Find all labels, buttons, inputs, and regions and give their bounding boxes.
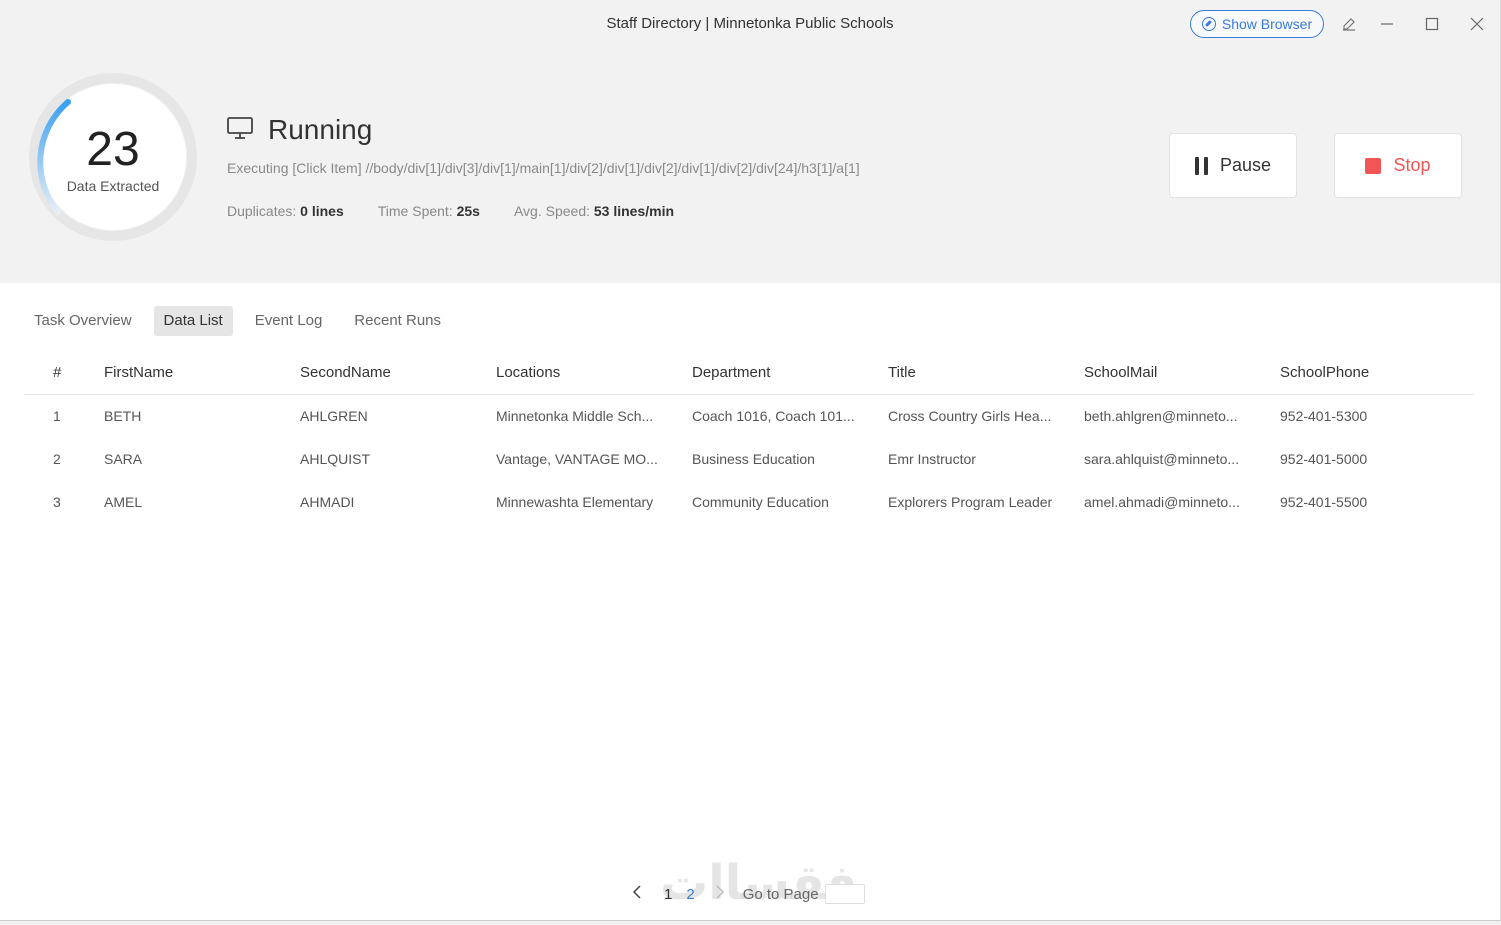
pause-icon bbox=[1194, 156, 1208, 175]
speed-value: 53 lines/min bbox=[593, 203, 675, 219]
duplicates-stat: Duplicates: 0 lines bbox=[227, 203, 344, 219]
maximize-icon[interactable] bbox=[1422, 14, 1442, 34]
time-label: Time Spent: bbox=[377, 203, 453, 219]
table-cell: AHMADI bbox=[300, 493, 355, 510]
table-row[interactable]: 3 AMEL AHMADI Minnewashta Elementary Com… bbox=[24, 480, 1474, 523]
table-cell: Explorers Program Leader bbox=[888, 493, 1053, 510]
table-cell: beth.ahlgren@minneto... bbox=[1084, 407, 1238, 424]
tab-event-log[interactable]: Event Log bbox=[245, 306, 333, 336]
goto-page-label: Go to Page bbox=[742, 885, 819, 903]
table-row[interactable]: 1 BETH AHLGREN Minnetonka Middle Sch... … bbox=[24, 394, 1474, 437]
page-2[interactable]: 2 bbox=[686, 886, 694, 903]
table-cell: AHLGREN bbox=[300, 407, 368, 424]
table-cell: 952-401-5500 bbox=[1280, 493, 1368, 510]
table-cell: SARA bbox=[104, 450, 143, 467]
stop-label: Stop bbox=[1393, 155, 1431, 175]
tab-data-list[interactable]: Data List bbox=[153, 306, 233, 336]
table-cell: sara.ahlquist@minneto... bbox=[1084, 450, 1240, 467]
tab-task-overview[interactable]: Task Overview bbox=[24, 306, 142, 336]
table-cell: BETH bbox=[104, 407, 142, 424]
data-table: # FirstName SecondName Locations Departm… bbox=[24, 351, 1474, 523]
table-cell: 952-401-5000 bbox=[1280, 450, 1368, 467]
table-cell: Emr Instructor bbox=[888, 450, 976, 467]
column-header[interactable]: FirstName bbox=[104, 351, 300, 395]
minimize-icon[interactable] bbox=[1377, 14, 1397, 34]
table-cell: Minnewashta Elementary bbox=[496, 493, 654, 510]
pause-button[interactable]: Pause bbox=[1169, 133, 1297, 198]
close-icon[interactable] bbox=[1467, 14, 1487, 34]
speed-stat: Avg. Speed: 53 lines/min bbox=[514, 203, 674, 219]
table-cell: Vantage, VANTAGE MO... bbox=[496, 450, 658, 467]
compass-icon bbox=[1201, 17, 1216, 31]
table-cell: Coach 1016, Coach 101... bbox=[692, 407, 855, 424]
table-cell: AHLQUIST bbox=[300, 450, 371, 467]
table-cell: Business Education bbox=[692, 450, 815, 467]
table-cell: Minnetonka Middle Sch... bbox=[496, 407, 654, 424]
table-cell: AMEL bbox=[104, 493, 143, 510]
column-header[interactable]: SchoolMail bbox=[1084, 351, 1280, 395]
stats-row: Duplicates: 0 lines Time Spent: 25s Avg.… bbox=[227, 203, 708, 219]
edit-icon[interactable] bbox=[1339, 14, 1359, 34]
page-1[interactable]: 1 bbox=[664, 886, 672, 903]
stop-button[interactable]: Stop bbox=[1334, 133, 1462, 198]
pagination: 1 2 Go to Page bbox=[628, 884, 865, 904]
show-browser-button[interactable]: Show Browser bbox=[1190, 10, 1324, 38]
column-header[interactable]: Title bbox=[888, 351, 1084, 395]
stop-icon bbox=[1365, 157, 1382, 174]
table-header-row: # FirstName SecondName Locations Departm… bbox=[24, 351, 1474, 395]
duplicates-value: 0 lines bbox=[300, 203, 344, 219]
table-cell: amel.ahmadi@minneto... bbox=[1084, 493, 1240, 510]
extracted-count-label: Data Extracted bbox=[66, 178, 160, 194]
monitor-icon bbox=[226, 115, 254, 146]
table-cell: Cross Country Girls Hea... bbox=[888, 407, 1052, 424]
tab-recent-runs[interactable]: Recent Runs bbox=[344, 306, 451, 336]
speed-label: Avg. Speed: bbox=[513, 203, 590, 219]
status-text: Running bbox=[268, 114, 373, 145]
next-page-icon[interactable] bbox=[711, 885, 729, 903]
duplicates-label: Duplicates: bbox=[227, 203, 297, 219]
app-window: Staff Directory | Minnetonka Public Scho… bbox=[0, 0, 1501, 921]
column-header[interactable]: Department bbox=[692, 351, 888, 395]
progress-panel: Staff Directory | Minnetonka Public Scho… bbox=[0, 0, 1500, 283]
extracted-count: 23 bbox=[86, 123, 140, 176]
table-cell: 3 bbox=[53, 493, 61, 510]
table-row[interactable]: 2 SARA AHLQUIST Vantage, VANTAGE MO... B… bbox=[24, 437, 1474, 480]
table-cell: 952-401-5300 bbox=[1280, 407, 1368, 424]
table-cell: 2 bbox=[53, 450, 61, 467]
status-row: Running bbox=[226, 114, 372, 146]
column-header[interactable]: SecondName bbox=[300, 351, 496, 395]
table-cell: 1 bbox=[53, 407, 61, 424]
time-value: 25s bbox=[456, 203, 480, 219]
goto-page-input[interactable] bbox=[824, 884, 865, 904]
tab-bar: Task Overview Data List Event Log Recent… bbox=[24, 306, 451, 336]
table-cell: Community Education bbox=[692, 493, 829, 510]
executing-text: Executing [Click Item] //body/div[1]/div… bbox=[227, 160, 860, 176]
time-stat: Time Spent: 25s bbox=[378, 203, 480, 219]
column-header[interactable]: SchoolPhone bbox=[1280, 351, 1474, 395]
prev-page-icon[interactable] bbox=[628, 885, 646, 903]
show-browser-label: Show Browser bbox=[1221, 16, 1313, 32]
pause-label: Pause bbox=[1219, 155, 1272, 175]
column-header[interactable]: # bbox=[24, 351, 104, 395]
column-header[interactable]: Locations bbox=[496, 351, 692, 395]
